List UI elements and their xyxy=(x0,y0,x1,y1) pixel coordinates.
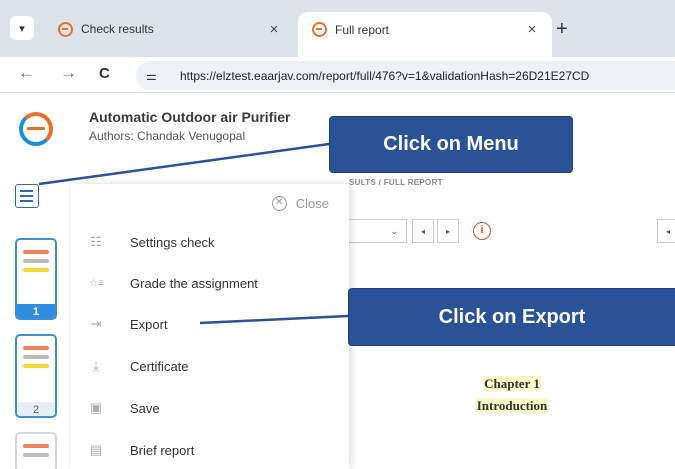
callout-connectors xyxy=(38,142,349,325)
callout-text: Click on Export xyxy=(438,305,586,328)
callout-click-on-menu: Click on Menu xyxy=(329,116,573,173)
callout-click-on-export: Click on Export xyxy=(348,288,675,346)
menu-callout-connector xyxy=(38,142,330,186)
callout-text: Click on Menu xyxy=(383,133,519,155)
export-callout-connector xyxy=(199,314,349,325)
